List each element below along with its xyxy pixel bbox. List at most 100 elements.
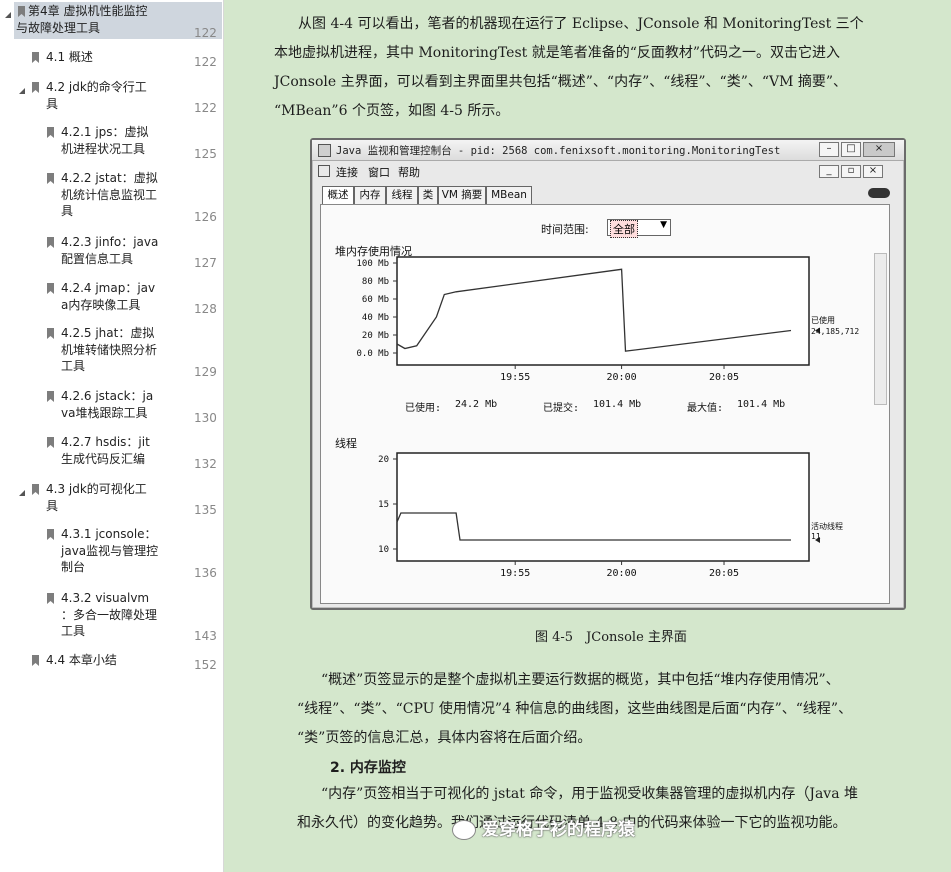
toc-title-line: 4.3 jdk的可视化工 bbox=[46, 482, 147, 496]
toc-page-number: 126 bbox=[194, 210, 217, 224]
toc-item-title: 4.2.3 jinfo：java 配置信息工具 bbox=[61, 234, 158, 267]
wechat-icon bbox=[452, 820, 476, 840]
x-tick-label: 20:00 bbox=[607, 568, 637, 579]
toc-item-title: 4.2.2 jstat：虚拟 机统计信息监视工具 bbox=[61, 170, 158, 220]
maximize-button[interactable]: □ bbox=[841, 142, 861, 157]
toc-sidebar: 第4章 虚拟机性能监控 与故障处理工具 122 4.1 概述 122 4.2 jdk的命令… bbox=[0, 0, 224, 872]
text-line: 从图 4-4 可以看出，笔者的机器现在运行了 Eclipse、JConsole … bbox=[298, 16, 864, 32]
toc-item[interactable]: 4.2.5 jhat：虚拟 机堆转储快照分析 工具 bbox=[0, 324, 222, 378]
bookmark-icon bbox=[47, 437, 54, 448]
toc-item[interactable]: 4.2.3 jinfo：java 配置信息工具 bbox=[0, 233, 222, 270]
threads-value: 11 bbox=[811, 532, 821, 541]
tab-overview[interactable]: 概述 bbox=[322, 186, 354, 205]
expand-triangle-icon[interactable] bbox=[4, 7, 12, 18]
bookmark-icon bbox=[47, 283, 54, 294]
toc-item[interactable]: 4.2.4 jmap：jav a内存映像工具 bbox=[0, 279, 222, 316]
toc-title-line: 4.2 jdk的命令行工 bbox=[46, 80, 147, 94]
toc-page-number: 143 bbox=[194, 629, 217, 643]
jconsole-window: Java 监视和管理控制台 - pid: 2568 com.fenixsoft.… bbox=[310, 138, 906, 610]
bookmark-icon bbox=[32, 82, 39, 93]
toc-item-title: 4.2.4 jmap：jav a内存映像工具 bbox=[61, 280, 155, 313]
toc-page-number: 132 bbox=[194, 457, 217, 471]
toc-title-line: 4.2.3 jinfo：java bbox=[61, 235, 159, 249]
toc-title-line: 4.3.2 visualvm bbox=[61, 591, 150, 605]
toc-title-line: va堆栈跟踪工具 bbox=[61, 405, 148, 420]
toc-page-number: 127 bbox=[194, 256, 217, 270]
toc-item[interactable]: 4.2 jdk的命令行工具 bbox=[0, 78, 222, 115]
toc-item[interactable]: 4.2.1 jps：虚拟 机进程状况工具 bbox=[0, 123, 222, 160]
y-tick-label: 100 Mb bbox=[356, 259, 389, 269]
heap-scrollbar[interactable] bbox=[874, 253, 887, 405]
watermark: 爱穿格子衫的程序猿 bbox=[452, 815, 635, 840]
connection-status-icon bbox=[868, 188, 890, 198]
bookmark-icon bbox=[47, 391, 54, 402]
toc-page-number: 152 bbox=[194, 658, 217, 672]
heap-used-stat: 24.2 Mb bbox=[455, 399, 498, 410]
y-tick-label: 20 bbox=[378, 455, 389, 465]
toc-item[interactable]: 第4章 虚拟机性能监控 与故障处理工具 bbox=[5, 2, 222, 39]
toc-title-line: 4.2.1 jps：虚拟 bbox=[61, 125, 149, 139]
figure-caption: 图 4-5 JConsole 主界面 bbox=[535, 630, 687, 645]
toc-title-line: 机堆转储快照分析 bbox=[61, 342, 158, 357]
toc-item-title: 4.3.2 visualvm ：多合一故障处理 工具 bbox=[61, 590, 157, 640]
y-tick-label: 15 bbox=[378, 500, 389, 510]
inner-minimize-button[interactable]: _ bbox=[819, 165, 839, 178]
toc-item[interactable]: 4.2.6 jstack：ja va堆栈跟踪工具 bbox=[0, 387, 222, 424]
expand-triangle-icon[interactable] bbox=[18, 83, 26, 94]
toc-title-line: 4.2.2 jstat：虚拟 bbox=[61, 171, 158, 185]
bookmark-icon bbox=[47, 529, 54, 540]
menu-window[interactable]: 窗口 bbox=[368, 164, 390, 180]
inner-close-button[interactable]: × bbox=[863, 165, 883, 178]
text-line: “MBean”6 个页签，如图 4-5 所示。 bbox=[274, 103, 510, 119]
text-line: “类”页签的信息汇总，具体内容将在后面介绍。 bbox=[297, 730, 592, 746]
toc-item[interactable]: 4.1 概述 bbox=[0, 48, 222, 69]
bookmark-icon bbox=[47, 173, 54, 184]
toc-page-number: 128 bbox=[194, 302, 217, 316]
toc-item[interactable]: 4.3 jdk的可视化工具 bbox=[0, 480, 222, 517]
toc-item[interactable]: 4.3.1 jconsole： java监视与管理控 制台 bbox=[0, 525, 222, 579]
bookmark-icon bbox=[47, 237, 54, 248]
y-tick-label: 20 Mb bbox=[362, 331, 389, 341]
close-button[interactable]: × bbox=[863, 142, 895, 157]
y-tick-label: 40 Mb bbox=[362, 313, 389, 323]
toc-title-line: 4.2.6 jstack：ja bbox=[61, 389, 154, 403]
chart-frame bbox=[396, 452, 810, 562]
toc-title-line: 具 bbox=[46, 96, 59, 111]
expand-triangle-icon[interactable] bbox=[18, 485, 26, 496]
toc-page-number: 136 bbox=[194, 566, 217, 580]
x-tick-label: 20:00 bbox=[607, 372, 637, 383]
toc-item[interactable]: 4.2.7 hsdis：jit 生成代码反汇编 bbox=[0, 433, 222, 470]
minimize-button[interactable]: – bbox=[819, 142, 839, 157]
bookmark-icon bbox=[32, 52, 39, 63]
document-page: 从图 4-4 可以看出，笔者的机器现在运行了 Eclipse、JConsole … bbox=[224, 0, 951, 872]
window-title: Java 监视和管理控制台 - pid: 2568 com.fenixsoft.… bbox=[336, 145, 781, 157]
inner-restore-button[interactable]: ▫ bbox=[841, 165, 861, 178]
toc-item-title: 4.3.1 jconsole： java监视与管理控 制台 bbox=[61, 526, 158, 576]
y-tick-label: 0.0 Mb bbox=[356, 349, 389, 359]
toc-item-title: 4.2.5 jhat：虚拟 机堆转储快照分析 工具 bbox=[61, 325, 157, 375]
toc-item[interactable]: 4.4 本章小结 bbox=[0, 651, 222, 672]
toc-title-line: java监视与管理控 bbox=[61, 543, 159, 558]
toc-title-line: 工具 bbox=[61, 359, 86, 373]
toc-title-line: 4.2.5 jhat：虚拟 bbox=[61, 326, 155, 340]
tab-mbean[interactable]: MBean bbox=[486, 186, 532, 204]
tab-memory[interactable]: 内存 bbox=[354, 186, 386, 204]
toc-item[interactable]: 4.2.2 jstat：虚拟 机统计信息监视工具 bbox=[0, 169, 222, 223]
toc-title-line: 配置信息工具 bbox=[61, 251, 134, 266]
menu-connection[interactable]: 连接 bbox=[336, 164, 358, 180]
toc-title-line: 与故障处理工具 bbox=[16, 20, 101, 35]
toc-title-line: 4.2.7 hsdis：jit bbox=[61, 435, 150, 449]
tab-classes[interactable]: 类 bbox=[418, 186, 438, 204]
tab-vm-summary[interactable]: VM 摘要 bbox=[438, 186, 486, 204]
x-tick-label: 19:55 bbox=[500, 568, 530, 579]
toc-item[interactable]: 4.3.2 visualvm ：多合一故障处理 工具 bbox=[0, 589, 222, 643]
menu-help[interactable]: 帮助 bbox=[398, 164, 420, 180]
tab-threads[interactable]: 线程 bbox=[386, 186, 418, 204]
toc-item-title: 4.2 jdk的命令行工具 bbox=[46, 79, 147, 112]
toc-title-line: 机进程状况工具 bbox=[61, 141, 146, 156]
bookmark-icon bbox=[47, 127, 54, 138]
x-tick-label: 20:05 bbox=[709, 372, 739, 383]
toc-title-line: 工具 bbox=[61, 624, 86, 638]
heap-used-stat-label: 已使用: bbox=[405, 403, 442, 414]
toc-item-title: 4.1 概述 bbox=[46, 49, 93, 66]
